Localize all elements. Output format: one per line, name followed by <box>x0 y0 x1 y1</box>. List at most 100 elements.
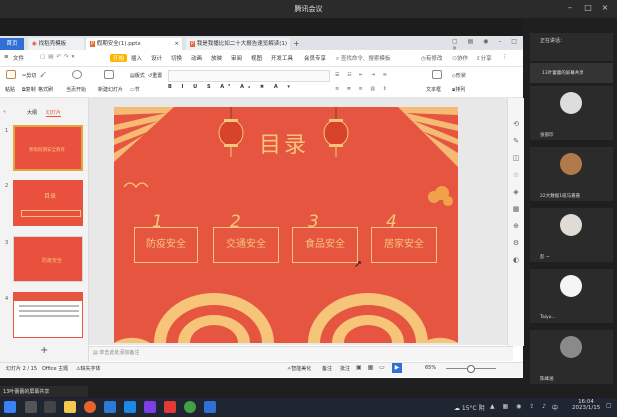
clock[interactable]: 16:04 2023/1/15 <box>572 399 600 411</box>
tray-icons[interactable]: ▲ ▦ ◉ ⇪ ♪ <box>490 403 549 410</box>
participant-card-5[interactable]: Taiyu... <box>530 269 613 323</box>
item-box-1[interactable]: 防疫安全 <box>134 227 198 263</box>
tab-home[interactable]: 首页 <box>0 38 24 50</box>
minimize-icon[interactable]: – <box>565 3 575 13</box>
slide-title[interactable]: 目录 <box>259 127 309 159</box>
view-buttons[interactable]: ▣ ▦ ▭ <box>356 364 387 371</box>
menu-start[interactable]: 开始 <box>110 54 128 62</box>
search-command[interactable]: ⌕ 查找命令、搜索模板 <box>336 54 390 63</box>
tab-ppt-file[interactable]: P 假期安全(1).pptx × <box>86 38 182 50</box>
textbox-button[interactable]: 文本框 <box>426 86 441 93</box>
arrange-label: 排列 <box>455 87 466 93</box>
share-button[interactable]: ⇪分享 <box>476 54 492 62</box>
textbox-icon[interactable] <box>432 70 442 79</box>
participant-card-3[interactable]: 22大数据1班马嘉嘉 <box>530 147 613 201</box>
paste-label[interactable]: 粘贴 <box>5 86 15 93</box>
history-button[interactable]: ◷有修改 <box>421 54 442 62</box>
tab-outline[interactable]: 大纲 <box>27 109 37 116</box>
wps-icon[interactable] <box>164 401 176 413</box>
cut-button[interactable]: ✂剪切 <box>22 72 36 79</box>
tab-close-icon[interactable]: × <box>174 38 179 50</box>
weather[interactable]: ☁ 15°C 阴 <box>454 403 485 412</box>
missing-font[interactable]: ⚠缺失字体 <box>76 365 101 372</box>
visual-studio-icon[interactable] <box>144 401 156 413</box>
participant-card-6[interactable]: 陈峰涵 <box>530 330 613 384</box>
format-painter-label[interactable]: 格式刷 <box>38 86 53 93</box>
thumb-number: 2 <box>5 183 9 189</box>
tab-slides[interactable]: 幻灯片 <box>46 109 62 117</box>
menu-animation[interactable]: 动画 <box>191 54 202 62</box>
font-select[interactable] <box>168 70 330 82</box>
file-explorer-icon[interactable] <box>64 401 76 413</box>
zoom-slider-handle[interactable] <box>467 365 475 373</box>
menu-slideshow[interactable]: 放映 <box>211 54 222 62</box>
slide-thumb-4[interactable] <box>13 292 83 338</box>
play-slideshow-icon[interactable]: ▶ <box>392 363 402 373</box>
menu-hamburger-icon[interactable]: ≡ <box>4 54 9 60</box>
menu-design[interactable]: 设计 <box>151 54 162 62</box>
wechat-icon[interactable] <box>184 401 196 413</box>
tab-ppt-file-2[interactable]: P 我是我播比如二十大报告速览解读(1) <box>186 38 290 50</box>
tab-template[interactable]: ◉ 找稻壳模板 <box>28 38 84 50</box>
start-icon[interactable] <box>4 401 16 413</box>
new-slide-icon[interactable] <box>104 70 114 79</box>
shape-button[interactable]: ◇形状 <box>452 72 466 79</box>
section-button[interactable]: ▭节 <box>130 86 140 93</box>
start-from-current[interactable]: 当页开始 <box>66 86 86 93</box>
play-icon[interactable] <box>72 70 82 79</box>
layout-button[interactable]: ▤版式 <box>130 72 145 79</box>
notes-placeholder[interactable]: ▤ 单击此处添加备注 <box>93 349 139 356</box>
menu-dev-tools[interactable]: 开发工具 <box>271 54 293 62</box>
zoom-level[interactable]: 65% <box>425 365 436 371</box>
comments-button[interactable]: 批注 <box>340 365 350 372</box>
participant-card-4[interactable]: 彭 ~ <box>530 208 613 262</box>
item-box-2[interactable]: 交通安全 <box>213 227 279 263</box>
notification-icon[interactable]: ▢ <box>606 402 612 409</box>
collapse-panel-icon[interactable]: « <box>3 109 6 115</box>
beautify-button[interactable]: ✧智能美化 <box>287 365 311 372</box>
slide-thumb-2[interactable]: 目录 <box>13 180 83 226</box>
menu-view[interactable]: 视图 <box>251 54 262 62</box>
item-box-4[interactable]: 居家安全 <box>371 227 437 263</box>
menu-insert[interactable]: 插入 <box>131 54 142 62</box>
arrange-button[interactable]: ⧈排列 <box>452 86 465 93</box>
font-style-buttons[interactable]: B I U S A² A₂ ✖ A ▾ <box>168 84 294 90</box>
item-box-3[interactable]: 食品安全 <box>292 227 358 263</box>
menu-review[interactable]: 审阅 <box>231 54 242 62</box>
collab-button[interactable]: ⚇协作 <box>452 54 468 62</box>
copy-label: 复制 <box>25 87 36 93</box>
task-view-icon[interactable] <box>44 401 56 413</box>
add-slide-button[interactable]: + <box>40 345 48 356</box>
reset-button[interactable]: ↺重置 <box>148 72 162 79</box>
menu-vip[interactable]: 会员专享 <box>304 54 326 62</box>
screen-share-status[interactable]: 13叶蕾蕾的屏幕共享 <box>0 386 88 397</box>
slide-thumb-3[interactable]: 防疫安全 <box>13 236 83 282</box>
firefox-icon[interactable] <box>84 401 96 413</box>
notes-button[interactable]: 备注 <box>322 365 332 372</box>
participant-card-2[interactable]: 张丽珍 <box>530 86 613 140</box>
side-tools[interactable]: ⟲ ✎ ◫ ☆ ◈ ▦ ⊕ ⚙ ◐ <box>511 116 521 269</box>
vscode-icon[interactable] <box>124 401 136 413</box>
input-language[interactable]: 中 <box>552 403 558 412</box>
paragraph-buttons[interactable]: ☰ ☷ ⇤ ⇥ ≡ <box>335 72 390 78</box>
menu-switch[interactable]: 切换 <box>171 54 182 62</box>
tencent-meeting-icon[interactable] <box>204 401 216 413</box>
format-painter-icon[interactable]: 🖌 <box>40 72 46 78</box>
copy-button[interactable]: ⧉复制 <box>22 86 36 93</box>
participant-card-1[interactable]: 13叶蕾蕾的屏幕共享 <box>530 63 613 83</box>
more-icon[interactable]: ⋮ <box>502 54 508 60</box>
store-icon[interactable] <box>104 401 116 413</box>
menu-file[interactable]: 文件 <box>13 54 24 62</box>
close-icon[interactable]: × <box>600 3 610 13</box>
slide-thumb-1[interactable]: 寒假假期安全教育 <box>13 125 83 171</box>
notes-pane[interactable] <box>89 346 513 361</box>
new-tab-icon[interactable]: + <box>293 39 300 48</box>
search-taskbar-icon[interactable] <box>25 401 37 413</box>
avatar <box>560 336 582 358</box>
maximize-icon[interactable]: □ <box>583 3 593 13</box>
align-buttons[interactable]: ≡ ≣ ≡ ▥ ⇕ <box>335 86 390 92</box>
new-slide-button[interactable]: 新建幻灯片 <box>98 86 123 93</box>
quick-access-icons[interactable]: ▢▤↶↷▾ <box>40 54 77 60</box>
paste-icon[interactable] <box>6 70 16 79</box>
window-controls: ▢ ▤ ◉ – □ × <box>452 38 521 52</box>
